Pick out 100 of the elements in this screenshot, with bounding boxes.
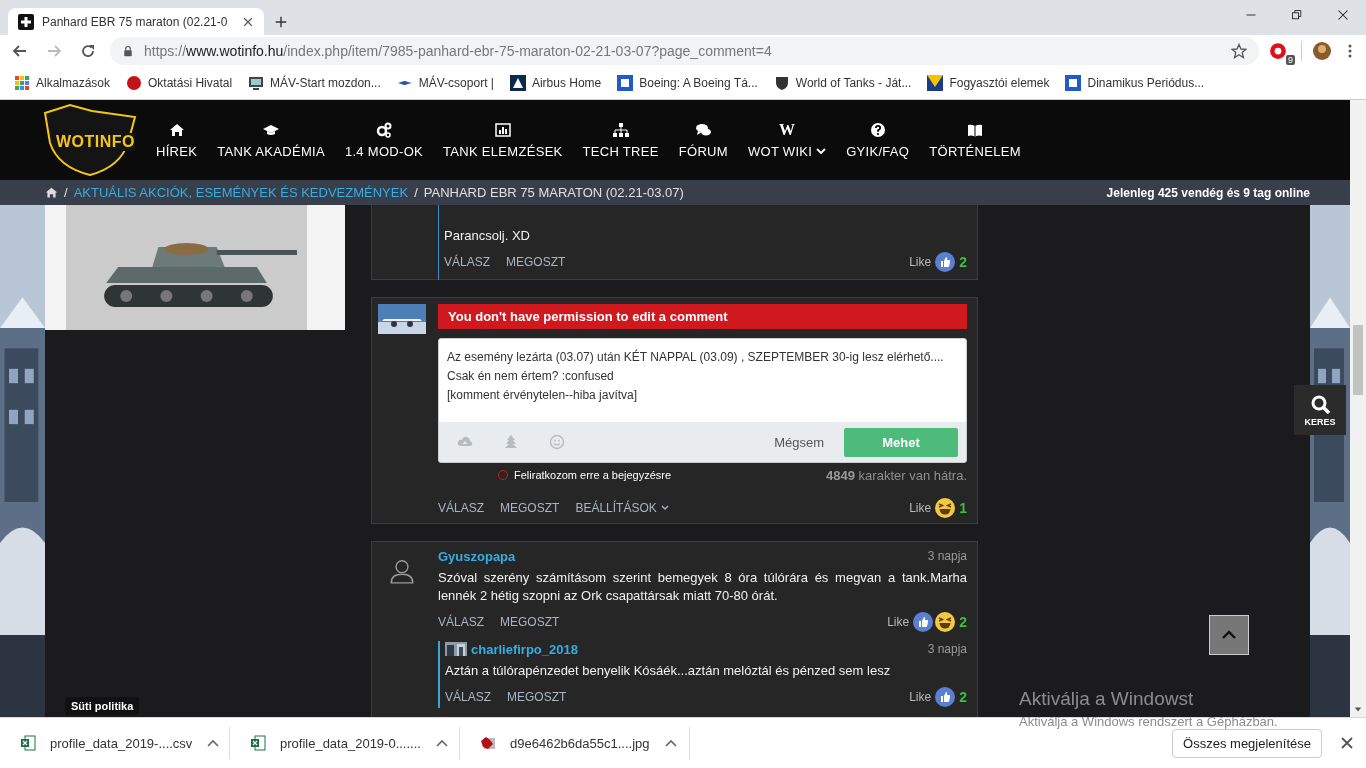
extension-icon <box>1269 42 1287 60</box>
shield-icon <box>773 75 790 91</box>
action-link[interactable]: VÁLASZ <box>438 615 485 629</box>
nav-item[interactable]: TANK AKADÉMIA <box>217 121 325 159</box>
nav-item[interactable]: TANK ELEMZÉSEK <box>443 121 563 159</box>
logo-text: WOTINFO <box>56 133 136 151</box>
bookmark-link[interactable]: Fogyasztói elemek <box>949 76 1050 90</box>
close-icon <box>1340 736 1354 750</box>
reaction-count: 2 <box>959 614 967 630</box>
reaction-count: 1 <box>959 500 967 516</box>
nav-item[interactable]: TÖRTÉNELEM <box>929 121 1021 159</box>
wiki-glyph: W <box>778 121 796 138</box>
question-icon <box>869 121 886 138</box>
monitor-icon <box>248 75 265 91</box>
like-label: Like <box>909 690 932 704</box>
nav-item[interactable]: GYIK/FAQ <box>846 121 910 159</box>
nav-item[interactable]: 1.4 MOD-OK <box>344 121 424 159</box>
like-label: Like <box>887 615 910 629</box>
comment-author[interactable]: Gyuszopapa <box>438 548 516 564</box>
reaction-count: 2 <box>959 254 967 270</box>
characters-remaining: 4849 karakter van hátra. <box>826 467 967 483</box>
action-link[interactable]: MEGOSZT <box>500 501 560 515</box>
circle-icon <box>126 75 143 91</box>
download-item[interactable]: profile_data_2019-0....... <box>230 727 460 759</box>
breadcrumb-separator: / <box>64 185 68 200</box>
profile-avatar-icon <box>1312 41 1332 61</box>
like-label: Like <box>909 501 932 515</box>
comment-time: 3 napja <box>927 549 967 563</box>
url-text: https://www.wotinfo.hu/index.php/item/7985-panhard-ebr-75-maraton-02-21-03-07?page_comment=4 <box>144 43 773 59</box>
extension-badge: 9 <box>1286 55 1295 65</box>
like-label: Like <box>909 255 932 269</box>
bookmark-link[interactable]: Airbus Home <box>531 76 602 90</box>
sitemap-icon <box>612 121 629 138</box>
download-item[interactable]: d9e6462b6da55c1....jpg <box>460 727 690 759</box>
excel-icon <box>250 735 266 751</box>
address-bar[interactable]: https://www.wotinfo.hu/index.php/item/7985-panhard-ebr-75-maraton-02-21-03-07?page_comment=4 <box>110 37 1259 65</box>
user-icon <box>389 558 415 584</box>
action-link[interactable]: VÁLASZ <box>445 690 492 704</box>
download-item[interactable]: profile_data_2019-....csv <box>0 727 230 759</box>
scroll-down-icon <box>1354 706 1362 714</box>
triangle-icon <box>509 75 526 91</box>
nav-item[interactable]: TECH TREE <box>582 121 659 159</box>
comment-text: Szóval szerény számításom szerint bemegyek 8 óra túlórára és megvan a tank.Marha lennék 2 hétig szopni az Ork csapattársak miatt 70-80 órát. <box>438 569 967 605</box>
chat-icon <box>695 121 712 138</box>
action-link[interactable]: VÁLASZ <box>438 501 485 515</box>
action-link[interactable]: BEÁLLÍTÁSOK <box>575 501 669 515</box>
online-count: Jelenleg 425 vendég és 9 tag online <box>1106 185 1310 200</box>
action-link[interactable]: VÁLASZ <box>444 255 491 269</box>
bookmark-link[interactable]: MÁV-csoport | <box>418 76 494 90</box>
restore-icon <box>1291 9 1303 21</box>
thumbs-up-icon <box>913 612 934 632</box>
scrollbar[interactable] <box>1350 100 1366 717</box>
forward-icon <box>46 43 62 59</box>
search-button[interactable]: KERES <box>1294 385 1346 435</box>
comment-text: Parancsolj. XD <box>444 227 531 245</box>
scroll-top-button[interactable] <box>1209 615 1249 655</box>
laughing-face-icon <box>935 612 956 632</box>
nav-item[interactable]: W WOT WIKI <box>747 121 827 159</box>
nav-item[interactable]: HÍREK <box>156 121 198 159</box>
breadcrumb-current: PANHARD EBR 75 MARATON (02.21-03.07) <box>423 185 684 200</box>
thumbs-up-icon <box>935 687 956 707</box>
comment-text: Aztán a túlórapénzedet benyelik Kósáék...aztán melóztál és pénzed sem lesz <box>445 662 892 680</box>
home-icon <box>45 186 58 199</box>
comment-author[interactable]: charliefirpo_2018 <box>471 641 578 657</box>
browser-tab[interactable]: Panhard EBR 75 maraton (02.21-0 <box>8 8 264 35</box>
tab-title: Panhard EBR 75 maraton (02.21-0 <box>42 14 229 29</box>
comment-field[interactable]: Az esemény lezárta (03.07) után KÉT NAPPAL (03.09) , SZEPTEMBER 30-ig lesz elérhető.... Csak én nem értem? :confused [komment érvénytelen--hiba javítva] <box>439 339 966 422</box>
favicon-icon <box>18 13 34 30</box>
show-all-button[interactable]: Összes megjelenítése <box>1172 728 1322 758</box>
reload-icon <box>80 43 96 59</box>
action-link[interactable]: MEGOSZT <box>506 255 566 269</box>
bookmark-link[interactable]: Oktatási Hivatal <box>148 76 233 90</box>
tree-icon <box>503 434 519 450</box>
subscribe-label: Feliratkozom erre a bejegyzésre <box>514 469 672 481</box>
square-icon <box>617 75 634 91</box>
cookie-policy-tooltip[interactable]: Süti politika <box>65 697 140 715</box>
reaction-count: 2 <box>959 689 967 705</box>
breadcrumb-link[interactable]: AKTUÁLIS AKCIÓK, ESEMÉNYEK ÉS KEDVEZMÉNYEK <box>73 185 409 200</box>
action-link[interactable]: MEGOSZT <box>507 690 567 704</box>
bookmark-link[interactable]: Dinamikus Periódus... <box>1087 76 1205 90</box>
bookmark-link[interactable]: World of Tanks - Ját... <box>795 76 912 90</box>
bookmark-link[interactable]: Alkalmazások <box>36 76 111 90</box>
star-icon <box>1231 43 1247 59</box>
cancel-button[interactable]: Mégsem <box>768 433 830 451</box>
activation-text: Aktiválja a Windows rendszert a Gépházban. <box>1019 714 1278 729</box>
home-icon <box>168 121 185 138</box>
image-file-icon <box>480 735 496 751</box>
scrollbar-thumb[interactable] <box>1353 325 1363 395</box>
bookmark-link[interactable]: MÁV-Start mozdon... <box>270 76 381 90</box>
nav-item[interactable]: FÓRUM <box>678 121 728 159</box>
new-tab-icon <box>274 15 288 29</box>
apps-icon <box>14 75 30 91</box>
bookmark-link[interactable]: Boeing: A Boeing Tá... <box>639 76 758 90</box>
gears-icon <box>376 121 392 138</box>
smiley-icon <box>549 434 565 450</box>
action-link[interactable]: MEGOSZT <box>500 615 560 629</box>
comment-time: 3 napja <box>927 642 967 656</box>
close-icon <box>242 15 254 28</box>
square-icon <box>1065 75 1082 91</box>
activation-title: Aktiválja a Windowst <box>1019 688 1195 710</box>
